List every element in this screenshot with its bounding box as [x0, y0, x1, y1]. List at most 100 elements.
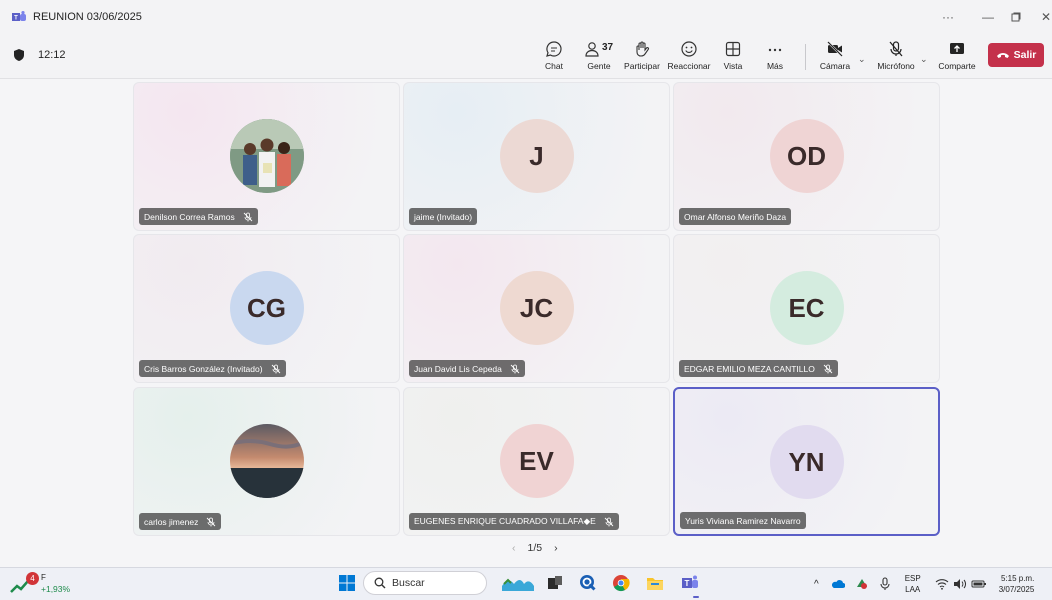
participant-tile[interactable]: Denilson Correa Ramos: [133, 82, 400, 231]
people-button[interactable]: 37 Gente: [582, 38, 616, 76]
avatar: JC: [499, 271, 574, 345]
avatar: [229, 119, 304, 193]
window-title: REUNION 03/06/2025: [33, 11, 142, 23]
windows-start-icon[interactable]: [338, 574, 356, 592]
avatar: J: [499, 119, 574, 193]
clock-date: 3/07/2025: [998, 585, 1035, 594]
teams-taskbar-icon[interactable]: T: [681, 574, 699, 592]
view-button[interactable]: Vista: [719, 38, 747, 76]
svg-text:T: T: [685, 579, 690, 588]
system-tray: ^ ESP LAA 5:15 p.m. 3/07/2025: [814, 568, 1034, 600]
meeting-timer: 12:12: [14, 49, 66, 61]
mic-muted-icon: [823, 364, 833, 373]
participant-name-label: Cris Barros González (Invitado): [139, 360, 286, 377]
battery-icon[interactable]: [971, 579, 987, 589]
avatar: OD: [769, 119, 844, 193]
restore-button[interactable]: [1002, 0, 1030, 34]
page-indicator: 1/5: [527, 542, 543, 554]
more-options-icon[interactable]: ···: [934, 0, 962, 34]
participant-tile[interactable]: J jaime (Invitado): [403, 82, 670, 231]
mic-muted-icon: [271, 364, 280, 373]
participant-tile[interactable]: JC Juan David Lis Cepeda: [403, 234, 670, 383]
svg-text:T: T: [14, 16, 18, 22]
teams-icon: T: [12, 11, 26, 22]
avatar: [229, 424, 304, 498]
toolbar-divider: [805, 44, 806, 70]
camera-options-chevron-icon[interactable]: ⌄: [858, 54, 866, 65]
participant-name-label: carlos jimenez: [139, 513, 222, 530]
file-explorer-icon[interactable]: [646, 574, 664, 592]
chat-button[interactable]: Chat: [541, 38, 567, 76]
share-button[interactable]: Comparte: [936, 38, 978, 76]
participant-tile[interactable]: CG Cris Barros González (Invitado): [133, 234, 400, 383]
onedrive-icon[interactable]: [831, 579, 845, 589]
people-icon: [585, 42, 599, 57]
avatar: CG: [229, 271, 304, 345]
zoom-search-app-icon[interactable]: [579, 574, 597, 592]
title-bar: T REUNION 03/06/2025 ··· — ✕: [0, 0, 1052, 34]
wifi-icon[interactable]: [935, 578, 949, 590]
participant-name-label: Juan David Lis Cepeda: [409, 360, 525, 377]
chat-icon: [546, 41, 562, 57]
taskbar-search[interactable]: Buscar: [363, 571, 487, 595]
participant-name-label: Omar Alfonso Meriño Daza: [679, 208, 792, 225]
avatar: YN: [769, 425, 844, 499]
participant-tile-speaking[interactable]: YN Yuris Viviana Ramirez Navarro: [673, 387, 940, 536]
people-count: 37: [602, 42, 614, 53]
participant-tile[interactable]: carlos jimenez: [133, 387, 400, 536]
windows-taskbar: 4 F +1,93% Buscar T ^ ESP LAA 5:15 p.m. …: [0, 567, 1052, 600]
market-change: +1,93%: [41, 584, 71, 594]
clock-time: 5:15 p.m.: [1000, 574, 1035, 583]
participant-name-label: jaime (Invitado): [409, 208, 478, 225]
avatar: EV: [499, 424, 574, 498]
react-button[interactable]: Reaccionar: [666, 38, 712, 76]
grid-view-icon: [725, 41, 741, 57]
market-widget[interactable]: 4 F +1,93%: [10, 572, 80, 598]
more-button[interactable]: Más: [762, 38, 788, 76]
volume-icon[interactable]: [953, 578, 967, 590]
participant-name-label: Yuris Viviana Ramirez Navarro: [680, 512, 806, 529]
task-view-icon[interactable]: [546, 574, 564, 592]
phone-hangup-icon: [996, 53, 1009, 58]
raise-hand-button[interactable]: Participar: [622, 38, 662, 76]
language-indicator[interactable]: ESP LAA: [905, 573, 921, 595]
previous-page-icon[interactable]: ‹: [512, 542, 516, 554]
clock[interactable]: 5:15 p.m. 3/07/2025: [999, 573, 1035, 595]
security-app-icon[interactable]: [855, 577, 869, 591]
participant-tile[interactable]: OD Omar Alfonso Meriño Daza: [673, 82, 940, 231]
mic-off-icon: [889, 41, 903, 57]
participant-name-label: EDGAR EMILIO MEZA CANTILLO: [679, 360, 838, 377]
mic-options-chevron-icon[interactable]: ⌄: [920, 54, 928, 65]
more-icon: [768, 48, 782, 52]
mic-muted-icon: [510, 364, 520, 373]
camera-off-icon: [827, 41, 843, 57]
participant-photo: [229, 119, 304, 193]
show-hidden-icons-icon[interactable]: ^: [814, 579, 819, 590]
mic-muted-icon: [604, 517, 614, 526]
chrome-icon[interactable]: [612, 574, 630, 592]
leave-button[interactable]: Salir: [988, 43, 1044, 67]
meeting-toolbar: 12:12 Chat 37 Gente Participar Reacciona…: [0, 34, 1052, 79]
gallery-pager: ‹ 1/5 ›: [506, 542, 564, 554]
microphone-tray-icon[interactable]: [879, 577, 891, 591]
widgets-app-icon[interactable]: [500, 574, 536, 592]
active-app-indicator: [693, 596, 699, 598]
elapsed-time: 12:12: [38, 49, 66, 61]
smiley-icon: [681, 41, 697, 57]
participant-name-label: EUGENES ENRIQUE CUADRADO VILLAFA◆E: [409, 513, 619, 530]
close-window-button[interactable]: ✕: [1032, 0, 1052, 34]
mic-muted-icon: [243, 212, 253, 221]
market-letter: F: [41, 573, 46, 582]
mic-button[interactable]: Micrófono: [874, 38, 918, 76]
camera-button[interactable]: Cámara: [818, 38, 852, 76]
avatar: EC: [769, 271, 844, 345]
mic-muted-icon: [207, 517, 216, 526]
participant-tile[interactable]: EC EDGAR EMILIO MEZA CANTILLO: [673, 234, 940, 383]
participant-tile[interactable]: EV EUGENES ENRIQUE CUADRADO VILLAFA◆E: [403, 387, 670, 536]
shield-icon: [14, 49, 24, 61]
participant-name-label: Denilson Correa Ramos: [139, 208, 258, 225]
notification-badge: 4: [26, 572, 39, 585]
participant-photo: [229, 424, 304, 498]
minimize-button[interactable]: —: [974, 0, 1002, 34]
next-page-icon[interactable]: ›: [554, 542, 558, 554]
